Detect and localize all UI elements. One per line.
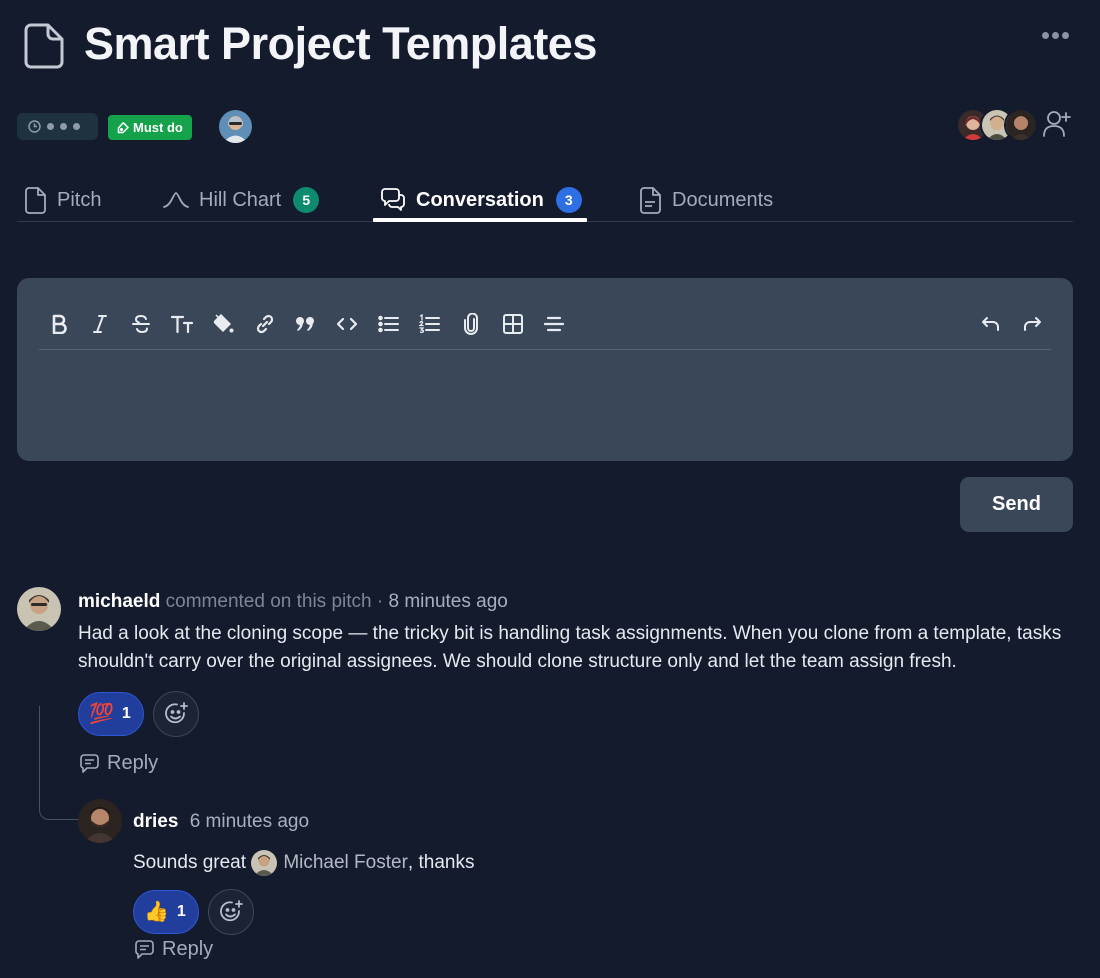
comment-body: Sounds great Michael Foster, thanks [133,849,474,877]
tab-label: Hill Chart [199,188,282,211]
tab-label: Pitch [57,188,102,211]
tab-pitch[interactable]: Pitch [24,178,101,222]
comment-timestamp[interactable]: 8 minutes ago [389,591,508,612]
italic-icon[interactable] [88,311,112,337]
reaction-count: 1 [121,705,131,722]
tab-label: Conversation [416,188,544,211]
comment-header: michaeld commented on this pitch · 8 min… [78,591,508,613]
reply-button[interactable]: Reply [134,938,213,961]
comment-header: dries 6 minutes ago [133,811,309,833]
reply-label: Reply [107,752,159,774]
reply-icon [134,939,155,960]
tab-hill-chart[interactable]: Hill Chart 5 [163,178,320,222]
reply-button[interactable]: Reply [79,752,158,775]
file-icon [24,186,47,214]
tab-count-badge: 3 [555,187,582,213]
priority-badge[interactable]: Must do [108,115,192,140]
code-icon[interactable] [335,311,359,337]
reaction-button[interactable]: 👍 1 [133,890,199,934]
bullet-list-icon[interactable] [377,311,401,337]
redo-icon[interactable] [1020,311,1044,337]
avatar[interactable] [17,587,61,631]
clock-icon [28,120,41,133]
smiley-plus-icon [163,701,189,727]
avatar [251,850,278,876]
thread-connector [39,706,79,820]
progress-status-pill[interactable] [17,113,98,140]
hill-chart-icon [163,190,189,210]
active-tab-indicator [373,218,587,222]
owner-avatar[interactable] [219,110,252,143]
reply-icon [79,753,100,774]
add-reaction-button[interactable] [153,691,199,737]
separator: · [376,591,384,612]
page-title: Smart Project Templates [84,18,597,69]
table-icon[interactable] [501,311,525,337]
add-reaction-button[interactable] [208,889,254,935]
undo-icon[interactable] [979,311,1003,337]
smiley-plus-icon [218,899,244,925]
reaction-button[interactable]: 💯 1 [78,692,144,736]
mention-name: Michael Foster [283,852,408,873]
strikethrough-icon[interactable] [129,311,153,337]
bold-icon[interactable] [47,311,71,337]
tab-conversation[interactable]: Conversation 3 [380,178,582,222]
chat-bubbles-icon [380,188,406,212]
reply-label: Reply [162,938,214,960]
add-user-icon[interactable] [1041,107,1073,139]
send-button[interactable]: Send [960,477,1073,532]
comment-text: Sounds great [133,852,247,874]
comment-input[interactable] [39,358,1051,450]
team-avatars[interactable] [956,108,1038,142]
tab-label: Documents [672,188,774,211]
tag-icon [117,121,129,134]
thumbs-up-icon: 👍 [144,901,169,923]
avatar[interactable] [78,799,122,843]
horizontal-rule-icon[interactable] [542,311,566,337]
comment-text: , thanks [407,852,475,874]
comment-author[interactable]: dries [133,811,178,832]
avatar[interactable] [1004,108,1038,142]
quote-icon[interactable] [294,311,318,337]
comment-action: commented on this pitch [165,591,372,612]
comment-body: Had a look at the cloning scope — the tr… [78,623,1062,672]
document-icon [22,22,66,70]
highlight-icon[interactable] [211,311,235,337]
user-mention[interactable]: Michael Foster [251,849,408,877]
reaction-count: 1 [176,903,186,920]
attachment-icon[interactable] [459,311,483,337]
link-icon[interactable] [253,311,277,337]
text-size-icon[interactable] [170,311,194,337]
comment-editor [17,278,1073,461]
document-icon [639,186,662,214]
comment-author[interactable]: michaeld [78,591,160,612]
priority-badge-label: Must do [133,120,183,135]
hundred-points-icon: 💯 [89,703,114,725]
more-options-button[interactable] [1042,32,1069,39]
toolbar-divider [39,349,1051,350]
tab-count-badge: 5 [293,187,320,213]
comment-timestamp[interactable]: 6 minutes ago [190,811,309,832]
tab-documents[interactable]: Documents [639,178,773,222]
numbered-list-icon[interactable] [418,311,442,337]
